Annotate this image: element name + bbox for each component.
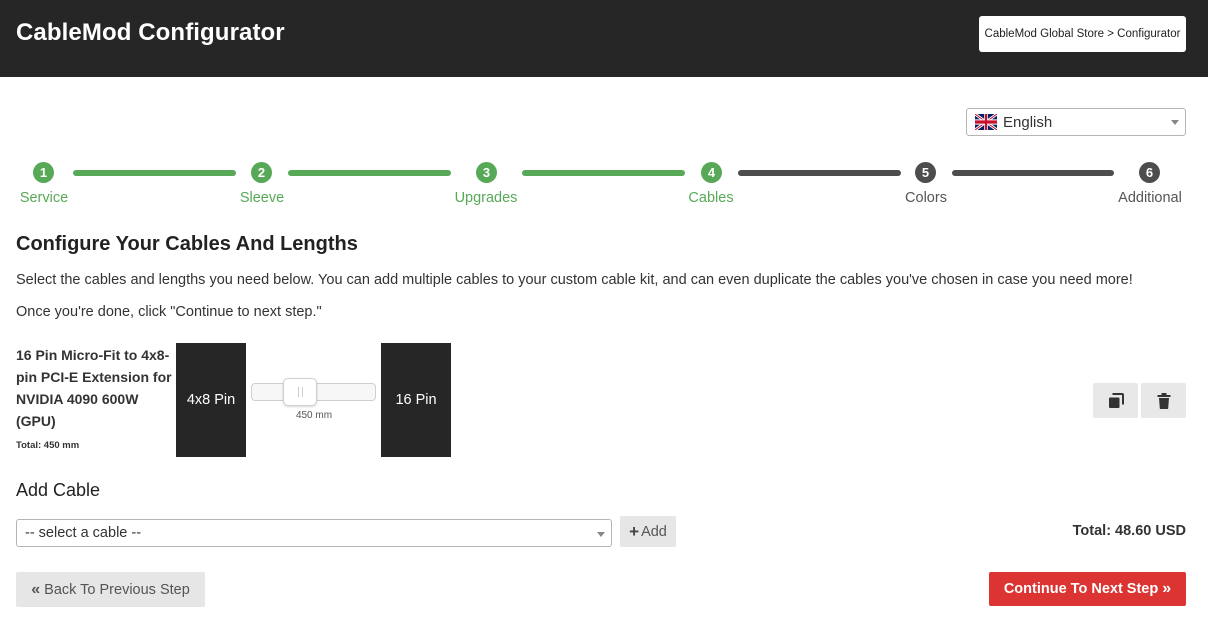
add-cable-heading: Add Cable xyxy=(16,480,101,500)
back-button-label: Back To Previous Step xyxy=(44,581,190,598)
step-1-label[interactable]: Service xyxy=(20,190,68,206)
progress-stepper: 1 Service 2 Sleeve 3 Upgrades 4 Cables 5… xyxy=(16,160,1186,210)
cable-total-length: Total: 450 mm xyxy=(16,440,80,451)
copy-icon xyxy=(1108,392,1124,408)
language-selected-value: English xyxy=(1003,113,1053,131)
double-chevron-right-icon: » xyxy=(1162,580,1172,597)
step-3-circle[interactable]: 3 xyxy=(476,162,497,183)
double-chevron-left-icon: « xyxy=(31,580,41,598)
step-1-circle[interactable]: 1 xyxy=(33,162,54,183)
step-3-label[interactable]: Upgrades xyxy=(455,190,518,206)
intro-hint-text: Once you're done, click "Continue to nex… xyxy=(16,304,322,320)
length-slider-value: 450 mm xyxy=(295,410,333,421)
right-connector-box: 16 Pin xyxy=(381,343,451,457)
step-connector xyxy=(288,170,451,176)
step-connector xyxy=(73,170,236,176)
cable-select-placeholder: -- select a cable -- xyxy=(25,525,142,541)
grip-icon xyxy=(297,387,303,397)
length-slider-handle[interactable] xyxy=(283,378,317,406)
chevron-down-icon xyxy=(597,532,605,537)
language-select[interactable]: English xyxy=(966,108,1186,136)
uk-flag-icon xyxy=(975,114,997,130)
step-6-circle: 6 xyxy=(1139,162,1160,183)
chevron-down-icon xyxy=(1171,120,1179,125)
plus-icon: + xyxy=(629,521,640,541)
store-breadcrumb-link[interactable]: CableMod Global Store > Configurator xyxy=(979,16,1186,52)
total-price: Total: 48.60 USD xyxy=(1072,523,1186,539)
step-5-circle: 5 xyxy=(915,162,936,183)
step-connector xyxy=(738,170,901,176)
cable-name: 16 Pin Micro-Fit to 4x8-pin PCI-E Extens… xyxy=(16,347,172,429)
step-4-label[interactable]: Cables xyxy=(688,190,733,206)
intro-text: Select the cables and lengths you need b… xyxy=(16,272,1133,288)
page-title: Configure Your Cables And Lengths xyxy=(16,233,358,255)
duplicate-cable-button[interactable] xyxy=(1093,383,1138,418)
trash-icon xyxy=(1157,392,1170,409)
step-connector xyxy=(522,170,685,176)
step-connector xyxy=(952,170,1114,176)
cable-select[interactable]: -- select a cable -- xyxy=(16,519,612,547)
back-button[interactable]: « Back To Previous Step xyxy=(16,572,205,607)
delete-cable-button[interactable] xyxy=(1141,383,1186,418)
add-cable-button[interactable]: + Add xyxy=(620,516,676,547)
step-5-label: Colors xyxy=(905,190,947,206)
continue-button[interactable]: Continue To Next Step » xyxy=(989,572,1186,606)
app-title: CableMod Configurator xyxy=(16,19,285,46)
left-connector-box: 4x8 Pin xyxy=(176,343,246,457)
step-2-circle[interactable]: 2 xyxy=(251,162,272,183)
step-2-label[interactable]: Sleeve xyxy=(240,190,284,206)
continue-button-label: Continue To Next Step xyxy=(1003,581,1159,597)
add-button-label: Add xyxy=(641,523,667,540)
step-6-label: Additional xyxy=(1118,190,1182,206)
header-bar: CableMod Configurator CableMod Global St… xyxy=(0,0,1208,77)
step-4-circle[interactable]: 4 xyxy=(701,162,722,183)
